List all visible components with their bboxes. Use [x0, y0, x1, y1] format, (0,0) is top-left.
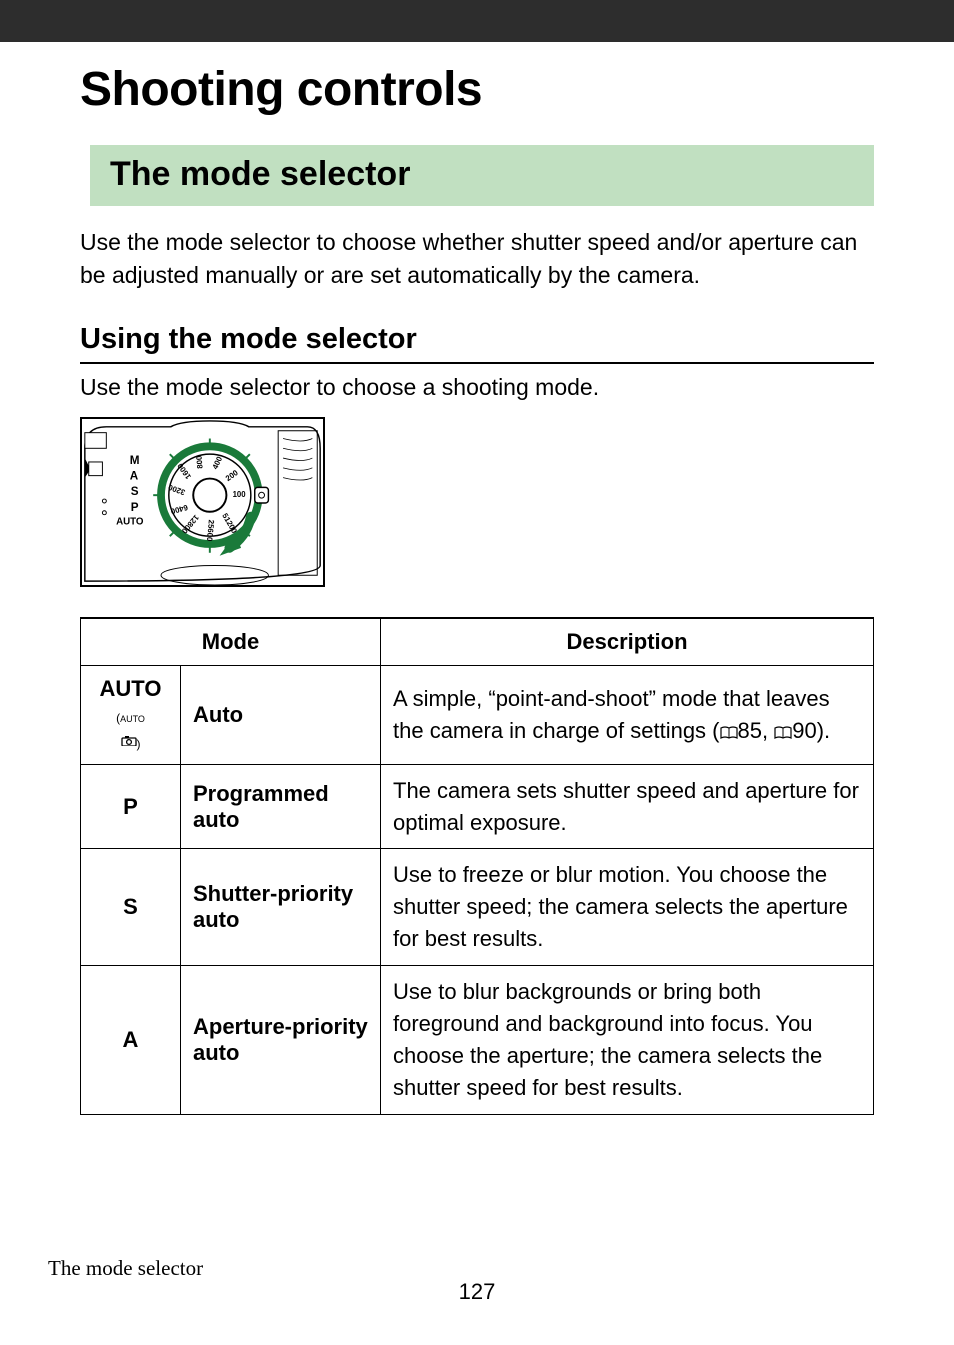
intro-paragraph: Use the mode selector to choose whether … — [80, 226, 874, 293]
svg-text:P: P — [131, 500, 139, 513]
mode-selector-diagram: M A S P AUTO — [80, 417, 325, 587]
svg-text:800: 800 — [194, 454, 204, 468]
table-header-mode: Mode — [81, 618, 381, 666]
page-footer: The mode selector 127 — [0, 1279, 954, 1305]
mode-desc-s: Use to freeze or blur motion. You choose… — [381, 849, 874, 966]
svg-text:M: M — [130, 454, 140, 467]
mode-symbol-p: P — [81, 764, 181, 849]
mode-symbol-a: A — [81, 966, 181, 1115]
subsection-paragraph: Use the mode selector to choose a shooti… — [80, 374, 874, 401]
svg-text:25600: 25600 — [205, 519, 216, 542]
table-row: P Programmed auto The camera sets shutte… — [81, 764, 874, 849]
section-title: The mode selector — [110, 155, 854, 194]
footer-section-label: The mode selector — [48, 1256, 203, 1281]
mode-name-auto: Auto — [181, 665, 381, 764]
chapter-title: Shooting controls — [80, 62, 874, 117]
mode-table: Mode Description AUTO (AUTO) Auto A simp… — [80, 617, 874, 1115]
mode-symbol-s: S — [81, 849, 181, 966]
footer-page-number: 127 — [0, 1279, 954, 1305]
page-ref-icon — [774, 726, 792, 740]
table-row: S Shutter-priority auto Use to freeze or… — [81, 849, 874, 966]
section-banner: The mode selector — [90, 145, 874, 206]
subsection-heading: Using the mode selector — [80, 323, 874, 364]
mode-symbol-auto: AUTO (AUTO) — [81, 665, 181, 764]
header-bar — [0, 0, 954, 42]
svg-text:S: S — [131, 485, 139, 498]
page-ref-icon — [720, 726, 738, 740]
mode-desc-p: The camera sets shutter speed and apertu… — [381, 764, 874, 849]
table-row: AUTO (AUTO) Auto A simple, “point-and-sh… — [81, 665, 874, 764]
svg-text:100: 100 — [233, 490, 247, 499]
mode-name-a: Aperture-priority auto — [181, 966, 381, 1115]
table-header-desc: Description — [381, 618, 874, 666]
table-row: A Aperture-priority auto Use to blur bac… — [81, 966, 874, 1115]
svg-text:A: A — [130, 469, 139, 482]
mode-desc-auto: A simple, “point-and-shoot” mode that le… — [381, 665, 874, 764]
mode-desc-a: Use to blur backgrounds or bring both fo… — [381, 966, 874, 1115]
mode-name-p: Programmed auto — [181, 764, 381, 849]
svg-text:AUTO: AUTO — [116, 516, 144, 527]
mode-name-s: Shutter-priority auto — [181, 849, 381, 966]
